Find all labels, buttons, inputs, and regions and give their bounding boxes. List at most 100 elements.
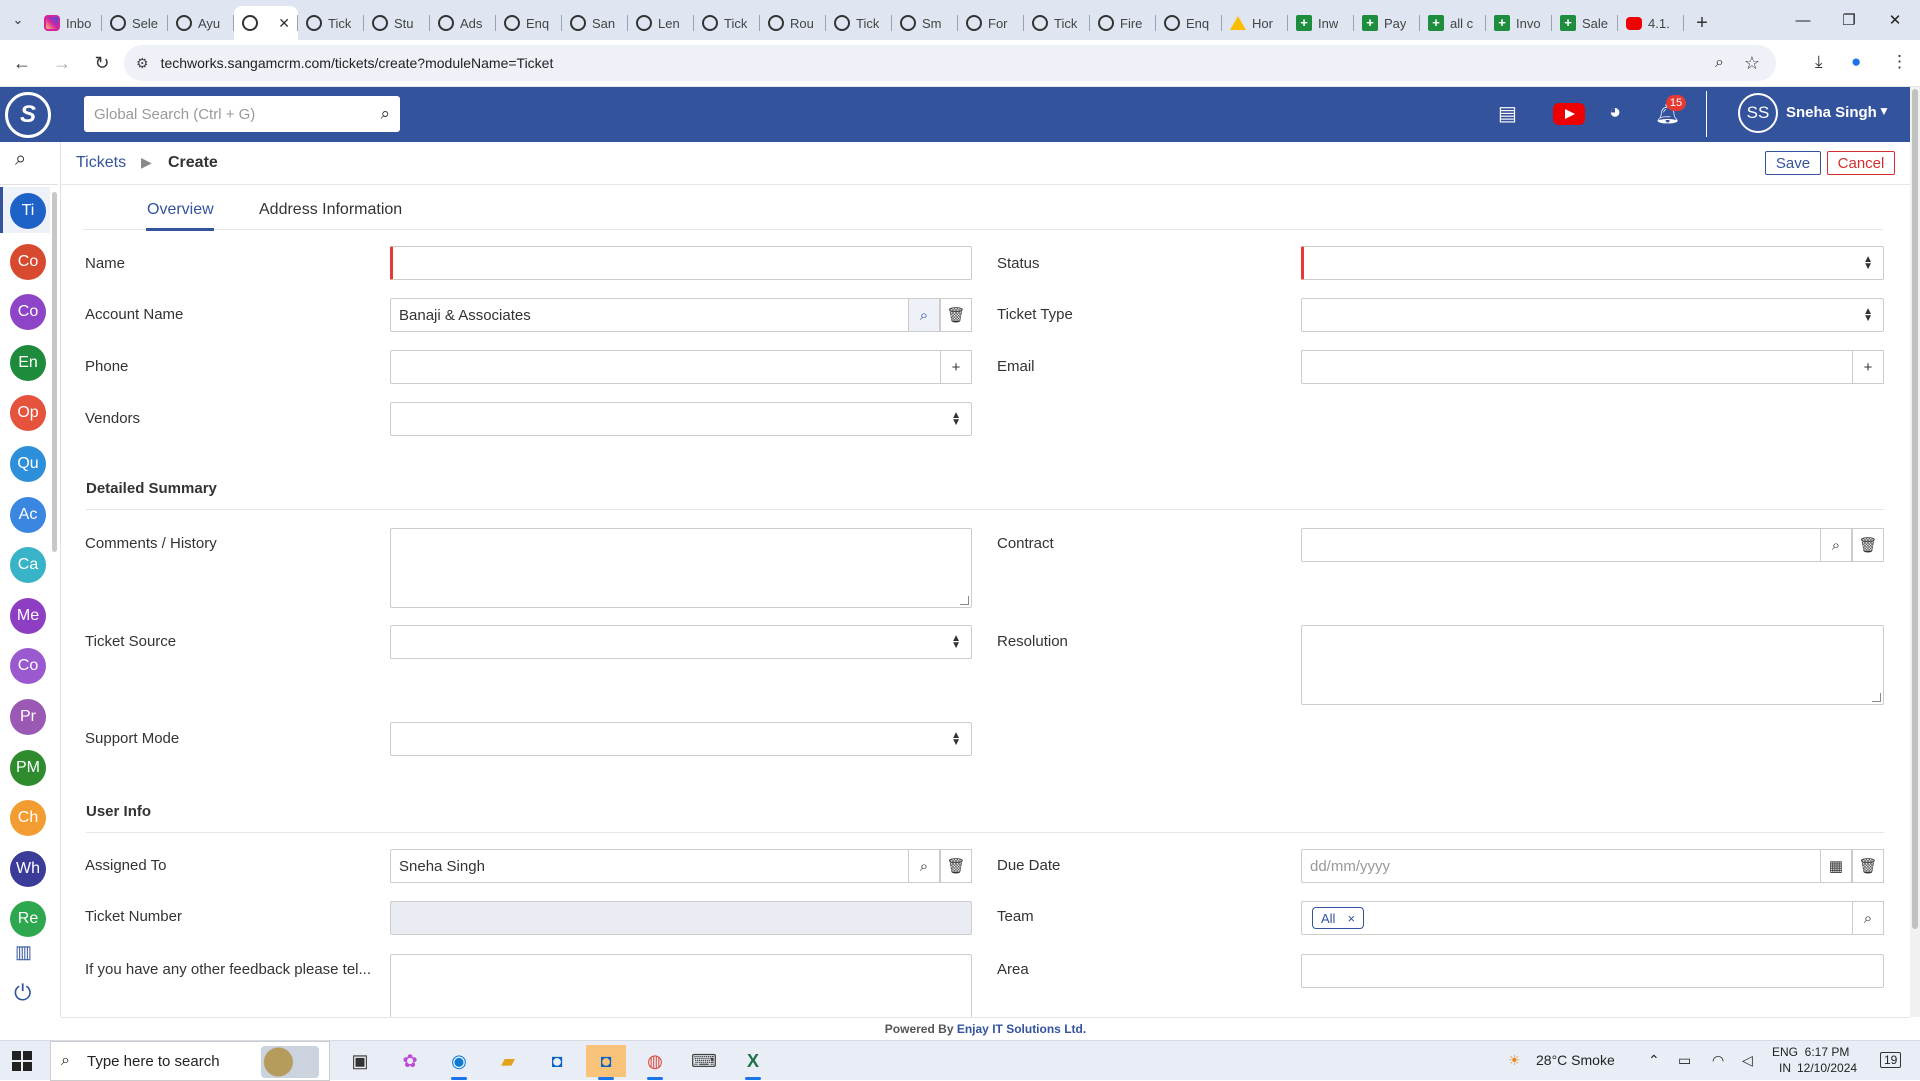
save-button[interactable]: Save xyxy=(1765,151,1821,175)
meet-now-icon[interactable]: ▭ xyxy=(1678,1052,1691,1069)
outlook-active-icon[interactable]: ◘ xyxy=(586,1045,626,1080)
sidebar-module-item[interactable]: Qu xyxy=(10,446,46,482)
site-info-icon[interactable]: ⚙ xyxy=(136,55,149,72)
close-window-icon[interactable]: ✕ xyxy=(1872,0,1918,40)
browser-tab[interactable]: Fire xyxy=(1090,6,1156,40)
contract-clear-trash-icon[interactable]: 🗑︎ xyxy=(1852,528,1884,562)
minimize-icon[interactable]: — xyxy=(1780,0,1826,40)
browser-tab-active[interactable]: ✕ xyxy=(234,6,298,40)
browser-tab[interactable]: Tick xyxy=(298,6,364,40)
browser-tab[interactable]: Ayu xyxy=(168,6,234,40)
browser-tab[interactable]: Tick xyxy=(694,6,760,40)
browser-tab[interactable]: + Sale xyxy=(1552,6,1618,40)
sidebar-module-item[interactable]: En xyxy=(10,344,46,381)
chrome-icon[interactable]: ◍ xyxy=(635,1045,675,1080)
close-tab-icon[interactable]: ✕ xyxy=(278,15,290,32)
avatar[interactable]: SS xyxy=(1738,93,1778,133)
resolution-textarea[interactable] xyxy=(1301,625,1884,705)
browser-tab[interactable]: Sm xyxy=(892,6,958,40)
document-search-icon[interactable]: ▤ xyxy=(1498,101,1517,126)
sidebar-module-item[interactable]: Me xyxy=(10,597,46,634)
bookmark-star-icon[interactable]: ☆ xyxy=(1744,53,1760,74)
browser-tab[interactable]: Tick xyxy=(1024,6,1090,40)
volume-icon[interactable]: ◁ xyxy=(1742,1052,1753,1069)
browser-tab[interactable]: Hor xyxy=(1222,6,1288,40)
browser-tab[interactable]: 4.1. xyxy=(1618,6,1684,40)
vendors-select[interactable]: ▲ ▼ xyxy=(390,402,972,436)
back-arrow-icon[interactable]: ← xyxy=(4,45,40,81)
account-search-icon[interactable]: ⌕ xyxy=(908,298,940,332)
reload-icon[interactable]: ↻ xyxy=(84,45,120,81)
youtube-icon[interactable] xyxy=(1553,103,1585,125)
browser-tab[interactable]: Stu xyxy=(364,6,430,40)
browser-menu-icon[interactable]: ⋮ xyxy=(1891,52,1908,72)
browser-tab[interactable]: Rou xyxy=(760,6,826,40)
email-input[interactable]: + xyxy=(1301,350,1884,384)
contract-field[interactable]: ⌕ 🗑︎ xyxy=(1301,528,1884,562)
app-logo-icon[interactable]: S xyxy=(5,92,51,138)
weather-text[interactable]: 28°C Smoke xyxy=(1536,1052,1615,1068)
status-select[interactable]: ▲ ▼ xyxy=(1301,246,1884,280)
chip-remove-icon[interactable]: × xyxy=(1347,911,1355,926)
forward-arrow-icon[interactable]: → xyxy=(44,45,80,81)
account-name-field[interactable]: Banaji & Associates ⌕ 🗑︎ xyxy=(390,298,972,332)
browser-tab[interactable]: + all c xyxy=(1420,6,1486,40)
caret-down-icon[interactable]: ▼ xyxy=(1878,104,1890,118)
phone-add-plus-icon[interactable]: + xyxy=(940,350,972,384)
ticket-source-select[interactable]: ▲ ▼ xyxy=(390,625,972,659)
footer-company-link[interactable]: Enjay IT Solutions Ltd. xyxy=(957,1022,1086,1036)
browser-tab[interactable]: Enq xyxy=(496,6,562,40)
sidebar-module-item[interactable]: Ch xyxy=(10,800,46,837)
breadcrumb-tickets-link[interactable]: Tickets xyxy=(76,154,126,172)
team-search-icon[interactable]: ⌕ xyxy=(1852,901,1884,935)
restore-icon[interactable]: ❐ xyxy=(1826,0,1872,40)
sidebar-module-item[interactable]: Co xyxy=(10,648,46,685)
sidebar-module-item[interactable]: Re xyxy=(10,901,46,938)
zoom-icon[interactable]: ⌕ xyxy=(1715,54,1724,72)
system-clock[interactable]: 6:17 PM 12/10/2024 xyxy=(1797,1044,1857,1076)
profile-icon[interactable]: ● xyxy=(1851,52,1861,72)
sidebar-module-item[interactable]: PM xyxy=(10,749,46,786)
feedback-textarea[interactable] xyxy=(390,954,972,1017)
global-search-input[interactable]: Global Search (Ctrl + G) ⌕ xyxy=(84,96,400,132)
sidebar-module-item[interactable]: Ac xyxy=(10,496,46,533)
browser-tab[interactable]: For xyxy=(958,6,1024,40)
scanner-icon[interactable]: ⌨ xyxy=(684,1045,724,1077)
ticket-type-select[interactable]: ▲ ▼ xyxy=(1301,298,1884,332)
sidebar-module-item[interactable]: Pr xyxy=(10,699,46,735)
browser-tab[interactable]: + Pay xyxy=(1354,6,1420,40)
support-mode-select[interactable]: ▲ ▼ xyxy=(390,722,972,756)
tray-chevron-up-icon[interactable]: ⌃ xyxy=(1648,1052,1660,1069)
tab-address-information[interactable]: Address Information xyxy=(259,201,402,219)
copilot-icon[interactable]: ✿ xyxy=(390,1045,430,1077)
sidebar-scrollbar[interactable] xyxy=(52,192,57,552)
sidebar-module-item[interactable]: Co xyxy=(10,243,46,280)
outlook-icon[interactable]: ◘ xyxy=(537,1045,577,1077)
user-name[interactable]: Sneha Singh xyxy=(1786,104,1877,121)
sidebar-module-item[interactable]: Ti xyxy=(10,193,46,229)
new-tab-button[interactable]: + xyxy=(1684,6,1720,40)
language-indicator[interactable]: ENG IN xyxy=(1772,1044,1798,1076)
area-input[interactable] xyxy=(1301,954,1884,988)
team-multiselect[interactable]: All × ⌕ xyxy=(1301,901,1884,935)
browser-tab[interactable]: Enq xyxy=(1156,6,1222,40)
file-explorer-icon[interactable]: ▰ xyxy=(488,1045,528,1077)
tab-overview[interactable]: Overview xyxy=(147,201,214,219)
browser-tab[interactable]: Ads xyxy=(430,6,496,40)
windows-start-icon[interactable] xyxy=(12,1051,32,1071)
browser-tab[interactable]: San xyxy=(562,6,628,40)
search-icon[interactable]: ⌕ xyxy=(380,104,390,124)
account-clear-trash-icon[interactable]: 🗑︎ xyxy=(940,298,972,332)
email-add-plus-icon[interactable]: + xyxy=(1852,350,1884,384)
sidebar-module-item[interactable]: Co xyxy=(10,294,46,331)
sidebar-module-item[interactable]: Op xyxy=(10,395,46,432)
book-icon[interactable]: ▥ xyxy=(15,942,32,963)
address-bar[interactable]: ⚙ techworks.sangamcrm.com/tickets/create… xyxy=(124,45,1776,81)
sidebar-module-item[interactable]: Ca xyxy=(10,547,46,584)
assigned-search-icon[interactable]: ⌕ xyxy=(908,849,940,883)
page-scrollbar[interactable] xyxy=(1910,87,1920,1017)
excel-icon[interactable]: X xyxy=(733,1045,773,1080)
browser-tab[interactable]: + Inw xyxy=(1288,6,1354,40)
notification-center-icon[interactable]: 19 xyxy=(1880,1052,1902,1068)
edge-icon[interactable]: ◉ xyxy=(439,1045,479,1080)
